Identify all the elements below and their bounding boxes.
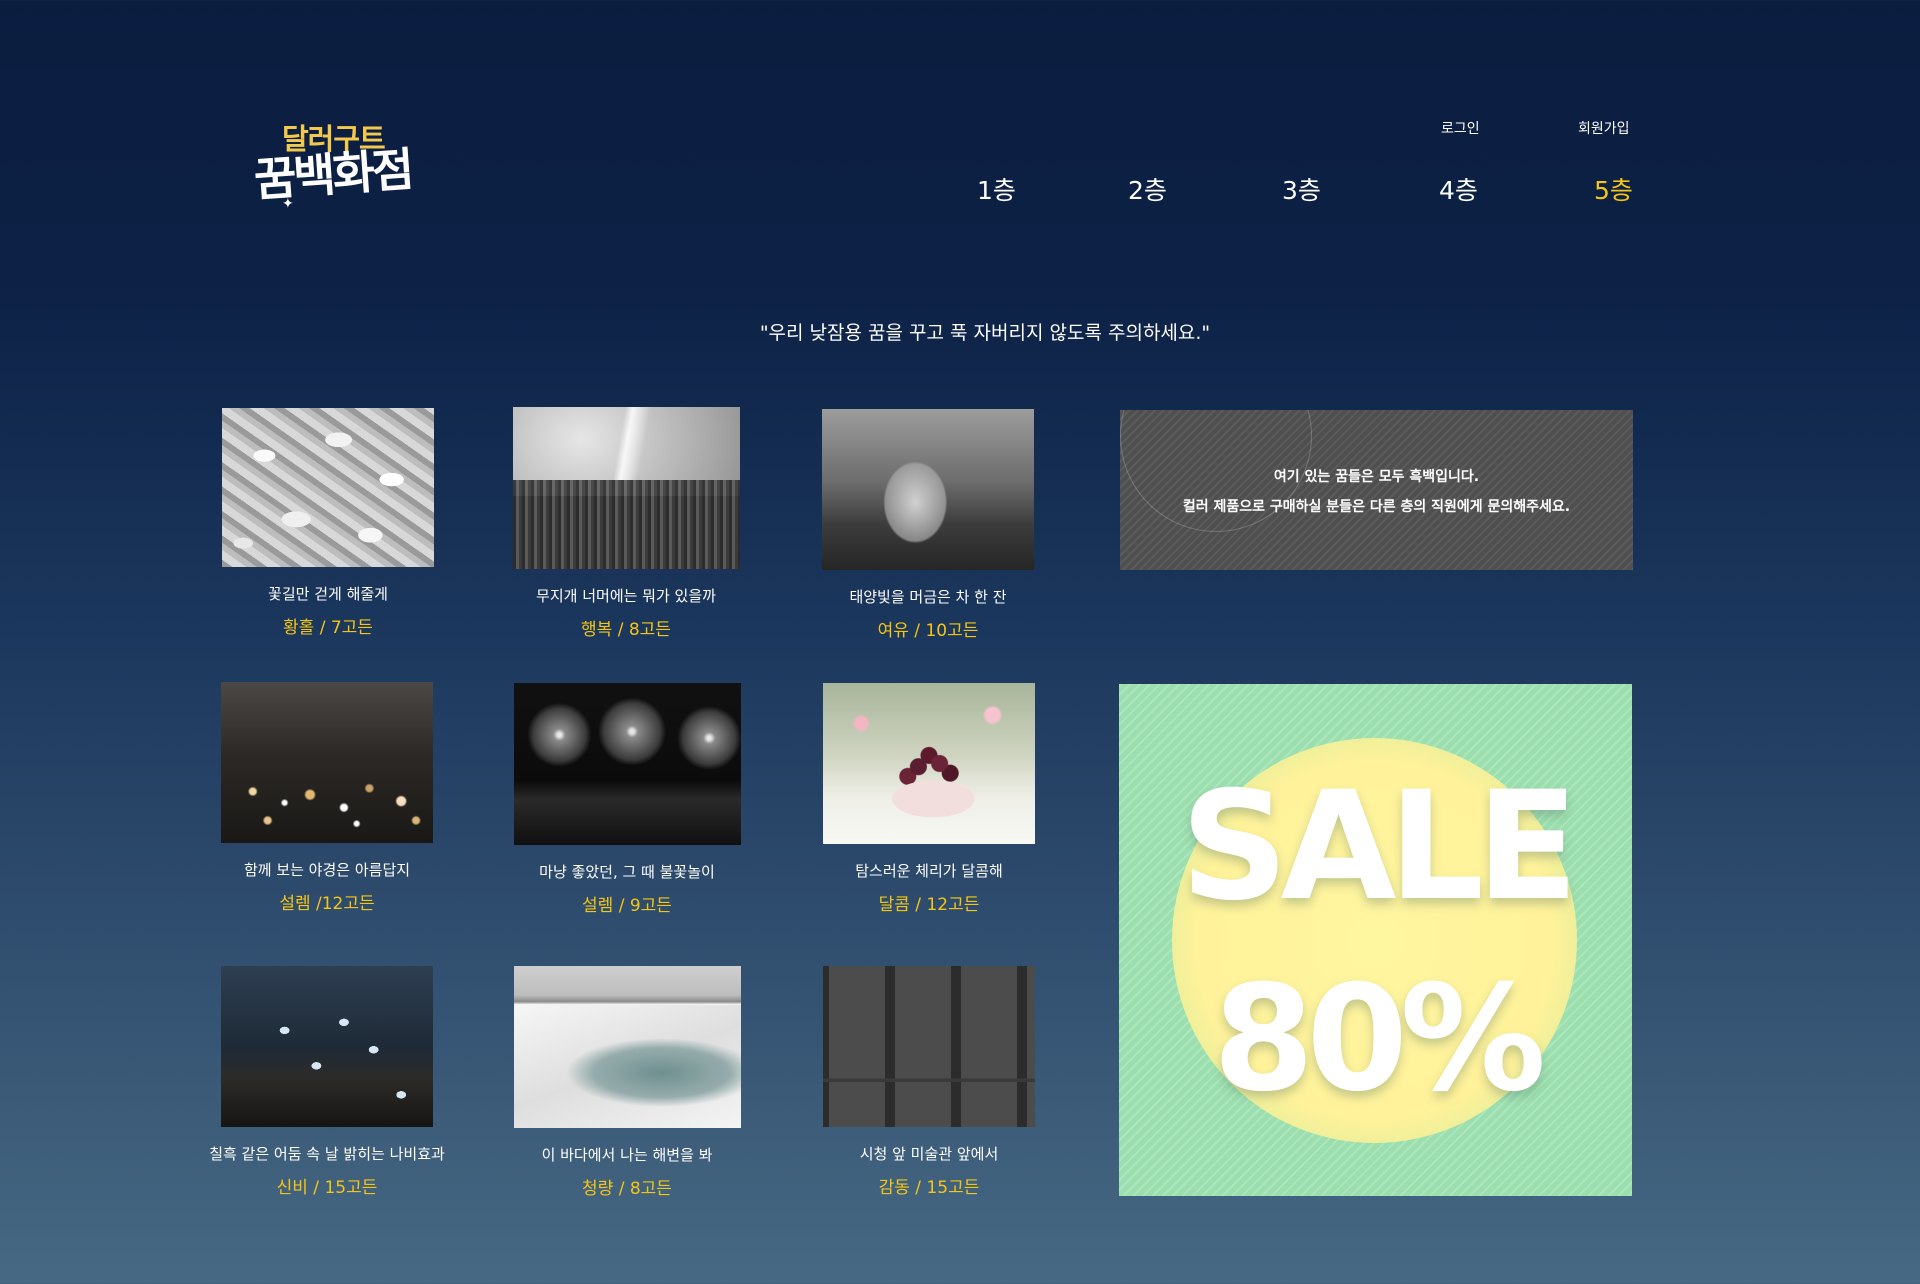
product-title: 이 바다에서 나는 해변을 봐 [541, 1146, 713, 1164]
fireworks-photo[interactable] [513, 683, 741, 845]
product-card[interactable]: 탐스러운 체리가 달콤해 달콤 / 12고든 [799, 683, 1059, 915]
product-title: 무지개 너머에는 뭐가 있을까 [536, 587, 716, 605]
cherry-bowl-photo[interactable] [823, 683, 1035, 844]
notice-text: "우리 낮잠용 꿈을 꾸고 푹 자버리지 않도록 주의하세요." [759, 322, 1211, 344]
product-price: 청량 / 8고든 [582, 1179, 672, 1199]
product-card[interactable]: 이 바다에서 나는 해변을 봐 청량 / 8고든 [497, 966, 757, 1199]
product-price: 황홀 / 7고든 [283, 618, 373, 638]
logo[interactable]: 달러구트 꿈백화점 ✦ [252, 112, 432, 212]
floor-3-link[interactable]: 3층 [1282, 171, 1321, 207]
login-link[interactable]: 로그인 [1441, 118, 1480, 138]
product-title: 칠흑 같은 어둠 속 날 밝히는 나비효과 [209, 1145, 445, 1163]
rainbow-forest-photo[interactable] [512, 407, 740, 569]
product-card[interactable]: 태양빛을 머금은 차 한 잔 여유 / 10고든 [798, 409, 1058, 641]
night-city-photo[interactable] [221, 682, 433, 843]
signup-link[interactable]: 회원가입 [1578, 118, 1630, 138]
floor-1-link[interactable]: 1층 [977, 171, 1016, 207]
logo-bottom-text: 꿈백화점 [252, 142, 413, 207]
info-banner-line-1: 여기 있는 꿈들은 모두 흑백입니다. [1273, 469, 1480, 485]
floor-2-link[interactable]: 2층 [1128, 171, 1167, 207]
product-card[interactable]: 꽃길만 걷게 해줄게 황홀 / 7고든 [198, 408, 458, 638]
product-title: 탐스러운 체리가 달콤해 [855, 862, 1003, 880]
sea-beach-photo[interactable] [513, 966, 741, 1128]
product-title: 마냥 좋았던, 그 때 불꽃놀이 [539, 863, 715, 881]
product-price: 감동 / 15고든 [878, 1178, 980, 1198]
butterfly-photo[interactable] [221, 966, 433, 1127]
sparkle-icon: ✦ [282, 196, 294, 212]
product-title: 태양빛을 머금은 차 한 잔 [849, 588, 1007, 606]
tea-cup-photo[interactable] [822, 409, 1034, 570]
product-price: 행복 / 8고든 [581, 620, 671, 640]
info-banner-line-2: 컬러 제품으로 구매하실 분들은 다른 층의 직원에게 문의해주세요. [1182, 499, 1571, 515]
product-card[interactable]: 무지개 너머에는 뭐가 있을까 행복 / 8고든 [496, 407, 756, 640]
sale-percent: 80% [1212, 954, 1546, 1124]
museum-photo[interactable] [823, 966, 1035, 1127]
floor-4-link[interactable]: 4층 [1439, 171, 1478, 207]
petals-photo[interactable] [222, 408, 434, 567]
product-price: 설렘 /12고든 [279, 894, 375, 914]
product-card[interactable]: 시청 앞 미술관 앞에서 감동 / 15고든 [799, 966, 1059, 1198]
sale-banner[interactable]: SALE 80% [1119, 684, 1632, 1196]
product-card[interactable]: 마냥 좋았던, 그 때 불꽃놀이 설렘 / 9고든 [497, 683, 757, 916]
info-banner: 여기 있는 꿈들은 모두 흑백입니다. 컬러 제품으로 구매하실 분들은 다른 … [1120, 410, 1633, 570]
product-title: 시청 앞 미술관 앞에서 [859, 1145, 999, 1163]
product-price: 달콤 / 12고든 [878, 895, 980, 915]
product-price: 신비 / 15고든 [276, 1178, 378, 1198]
floor-5-link[interactable]: 5층 [1594, 171, 1633, 207]
sale-word: SALE [1180, 760, 1578, 934]
product-card[interactable]: 함께 보는 야경은 아름답지 설렘 /12고든 [197, 682, 457, 914]
product-card[interactable]: 칠흑 같은 어둠 속 날 밝히는 나비효과 신비 / 15고든 [197, 966, 457, 1198]
product-title: 함께 보는 야경은 아름답지 [243, 861, 411, 879]
product-price: 설렘 / 9고든 [582, 896, 672, 916]
product-price: 여유 / 10고든 [877, 621, 979, 641]
product-title: 꽃길만 걷게 해줄게 [268, 585, 388, 603]
